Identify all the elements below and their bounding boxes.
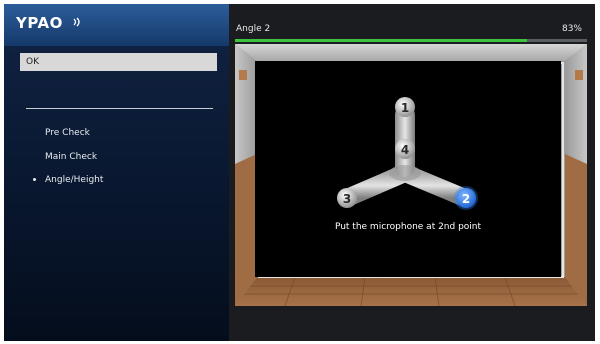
instruction-text: Put the microphone at 2nd point [334, 222, 482, 232]
point-4-marker: 4 [395, 139, 415, 159]
point-2-marker-active: 2 [454, 186, 478, 210]
point-3-marker: 3 [337, 188, 357, 208]
progress-percent: 83% [561, 24, 582, 34]
divider [26, 108, 213, 109]
current-step-bullet [33, 178, 36, 181]
svg-text:2: 2 [462, 192, 470, 206]
svg-text:3: 3 [343, 192, 351, 206]
logo-bar: YPAO [4, 4, 229, 46]
progress-bar [235, 39, 587, 42]
measurement-panel: Angle 2 83% 1 4 3 2 Put the microphone a… [229, 4, 595, 341]
sound-waves-icon [73, 17, 80, 27]
point-1-marker: 1 [395, 97, 415, 117]
step-pre-check: Pre Check [45, 128, 90, 138]
microphone-stand-diagram: 1 4 3 2 [337, 97, 478, 210]
app-logo: YPAO [16, 14, 63, 32]
progress-fill [235, 39, 528, 42]
ok-button[interactable]: OK [20, 53, 217, 71]
ypao-screen: YPAO OK Pre Check Main Check Angle/Heigh… [4, 4, 595, 341]
step-main-check: Main Check [45, 152, 98, 162]
svg-text:1: 1 [401, 101, 409, 115]
mic-diagram: 1 4 3 2 Put the microphone at 2nd point [255, 61, 561, 277]
svg-text:4: 4 [401, 143, 409, 157]
measurement-title: Angle 2 [236, 24, 271, 34]
left-panel: YPAO OK Pre Check Main Check Angle/Heigh… [4, 4, 229, 341]
step-angle-height: Angle/Height [45, 175, 104, 185]
